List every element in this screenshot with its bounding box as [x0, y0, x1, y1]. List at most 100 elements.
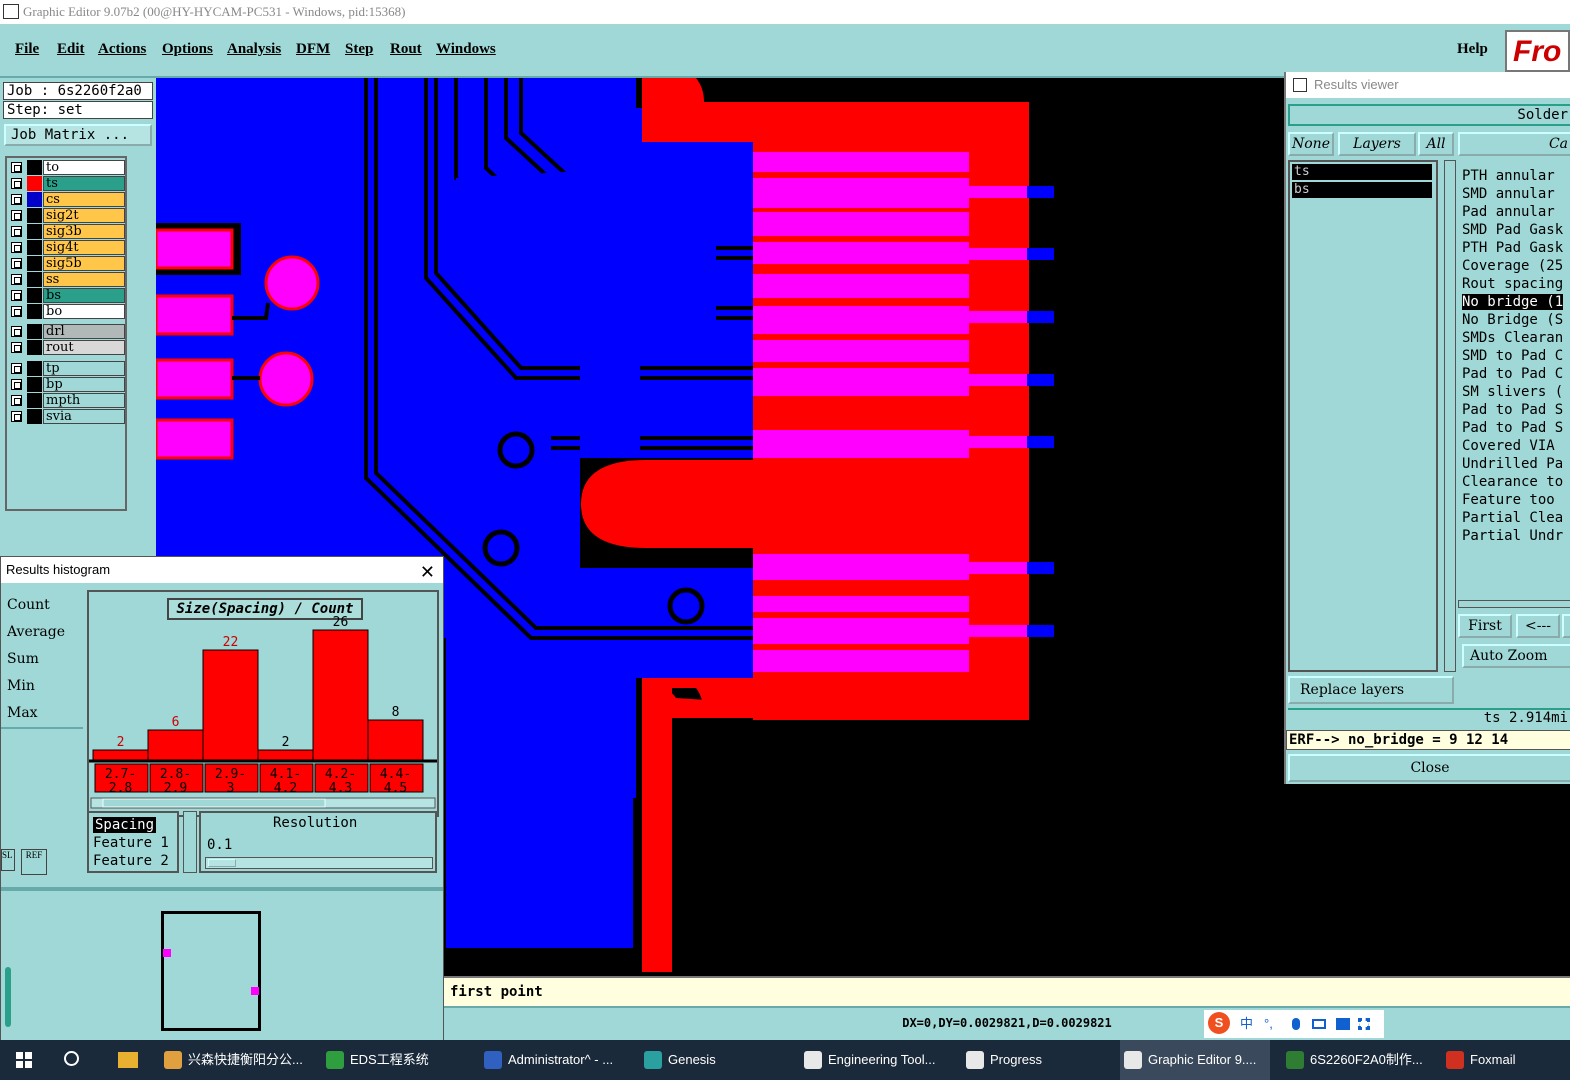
layer-name[interactable]: ss [43, 272, 125, 287]
check-item[interactable]: Pad to Pad C [1462, 366, 1563, 382]
taskbar-item[interactable]: Graphic Editor 9.... [1120, 1040, 1270, 1080]
layer-name[interactable]: sig3b [43, 224, 125, 239]
menu-options[interactable]: Options [162, 41, 213, 58]
layer-row-tp[interactable]: tp [9, 361, 125, 376]
layer-checkbox[interactable] [11, 290, 22, 301]
check-item[interactable]: SMD annular [1462, 186, 1555, 202]
feature-1[interactable]: Feature 1 [93, 835, 169, 851]
taskbar-item[interactable]: Foxmail [1442, 1040, 1570, 1080]
layer-row-rout[interactable]: rout [9, 340, 125, 355]
layer-checkbox[interactable] [11, 411, 22, 422]
overview-panel[interactable] [1, 887, 443, 1041]
layer-checkbox[interactable] [11, 178, 22, 189]
menu-edit[interactable]: Edit [57, 41, 85, 58]
check-item[interactable]: Covered VIA [1462, 438, 1555, 454]
taskbar-item[interactable]: EDS工程系统 [322, 1040, 472, 1080]
sl-button[interactable]: SL [1, 849, 15, 871]
layer-row-bo[interactable]: bo [9, 304, 125, 319]
menu-actions[interactable]: Actions [98, 41, 146, 58]
check-item[interactable]: SM slivers ( [1462, 384, 1563, 400]
layer-row-sig2t[interactable]: sig2t [9, 208, 125, 223]
ref-button[interactable]: REF [21, 849, 47, 875]
layer-checkbox[interactable] [11, 162, 22, 173]
histogram-bar[interactable] [257, 749, 314, 761]
layer-name[interactable]: ts [43, 176, 125, 191]
layer-name[interactable]: bo [43, 304, 125, 319]
layer-row-sig4t[interactable]: sig4t [9, 240, 125, 255]
file-explorer-icon[interactable] [118, 1052, 138, 1068]
layer-row-mpth[interactable]: mpth [9, 393, 125, 408]
layer-name[interactable]: sig5b [43, 256, 125, 271]
layer-checkbox[interactable] [11, 306, 22, 317]
viewer-layer-ts[interactable]: ts [1292, 164, 1432, 180]
layer-name[interactable]: mpth [43, 393, 125, 408]
replace-layers-button[interactable]: Replace layers [1288, 676, 1454, 704]
close-icon[interactable]: ✕ [420, 559, 435, 585]
taskbar-item[interactable]: Administrator^ - ... [480, 1040, 630, 1080]
layer-name[interactable]: bp [43, 377, 125, 392]
layer-checkbox[interactable] [11, 258, 22, 269]
check-item[interactable]: SMD Pad Gask [1462, 222, 1563, 238]
layer-checkbox[interactable] [11, 326, 22, 337]
layer-checkbox[interactable] [11, 210, 22, 221]
feature-list[interactable]: Spacing Feature 1 Feature 2 [87, 811, 179, 873]
taskbar-item[interactable]: 兴森快捷衡阳分公... [160, 1040, 310, 1080]
layer-name[interactable]: to [43, 160, 125, 175]
menu-dfm[interactable]: DFM [296, 41, 330, 58]
command-prompt[interactable]: first point [444, 976, 1570, 1006]
layer-row-svia[interactable]: svia [9, 409, 125, 424]
ime-mode-icon[interactable]: 中 [1240, 1010, 1253, 1038]
resolution-slider[interactable] [205, 857, 433, 869]
check-item[interactable]: No Bridge (S [1462, 312, 1563, 328]
layer-name[interactable]: rout [43, 340, 125, 355]
taskbar-item[interactable]: 6S2260F2A0制作... [1282, 1040, 1432, 1080]
resolution-slider-thumb[interactable] [208, 859, 236, 867]
histogram-bar[interactable] [202, 649, 259, 761]
histogram-bar[interactable] [147, 729, 204, 761]
check-item[interactable]: Clearance to [1462, 474, 1563, 490]
layer-checkbox[interactable] [11, 242, 22, 253]
search-icon[interactable] [64, 1051, 79, 1066]
first-button[interactable]: First [1458, 614, 1512, 638]
ime-tray[interactable]: S 中 °, [1204, 1010, 1384, 1038]
close-button[interactable]: Close [1288, 754, 1570, 782]
menu-windows[interactable]: Windows [436, 41, 496, 58]
toolbox-icon[interactable] [1358, 1018, 1370, 1030]
check-list-hscroll[interactable] [1458, 600, 1570, 608]
check-item[interactable]: SMD to Pad C [1462, 348, 1563, 364]
layer-row-to[interactable]: to [9, 160, 125, 175]
layer-name[interactable]: tp [43, 361, 125, 376]
layer-row-drl[interactable]: drl [9, 324, 125, 339]
viewer-layer-list[interactable]: ts bs [1288, 160, 1438, 672]
punctuation-icon[interactable]: °, [1264, 1010, 1273, 1038]
menu-help[interactable]: Help [1457, 41, 1488, 58]
menu-rout[interactable]: Rout [390, 41, 422, 58]
layer-checkbox[interactable] [11, 379, 22, 390]
layer-row-bp[interactable]: bp [9, 377, 125, 392]
sogou-icon[interactable]: S [1208, 1012, 1230, 1034]
taskbar-item[interactable]: Genesis [640, 1040, 790, 1080]
check-item[interactable]: PTH Pad Gask [1462, 240, 1563, 256]
histogram-bar[interactable] [312, 629, 369, 761]
layer-name[interactable]: sig4t [43, 240, 125, 255]
layer-row-sig3b[interactable]: sig3b [9, 224, 125, 239]
check-item[interactable]: Coverage (25 [1462, 258, 1563, 274]
check-item[interactable]: Pad to Pad S [1462, 420, 1563, 436]
windows-start-icon[interactable] [16, 1052, 32, 1068]
feature-spacing[interactable]: Spacing [93, 817, 157, 833]
layer-name[interactable]: sig2t [43, 208, 125, 223]
check-item[interactable]: Rout spacing [1462, 276, 1563, 292]
feature-2[interactable]: Feature 2 [93, 853, 169, 869]
check-item[interactable]: Undrilled Pa [1462, 456, 1563, 472]
layer-checkbox[interactable] [11, 226, 22, 237]
layer-row-bs[interactable]: bs [9, 288, 125, 303]
check-item[interactable]: Partial Undr [1462, 528, 1563, 544]
none-button[interactable]: None [1288, 132, 1334, 156]
layer-name[interactable]: cs [43, 192, 125, 207]
keyboard-icon[interactable] [1312, 1019, 1326, 1029]
menu-analysis[interactable]: Analysis [227, 41, 281, 58]
histogram-bar[interactable] [92, 749, 149, 761]
microphone-icon[interactable] [1292, 1018, 1300, 1030]
check-item[interactable]: Pad to Pad S [1462, 402, 1563, 418]
layers-button[interactable]: Layers [1338, 132, 1416, 156]
